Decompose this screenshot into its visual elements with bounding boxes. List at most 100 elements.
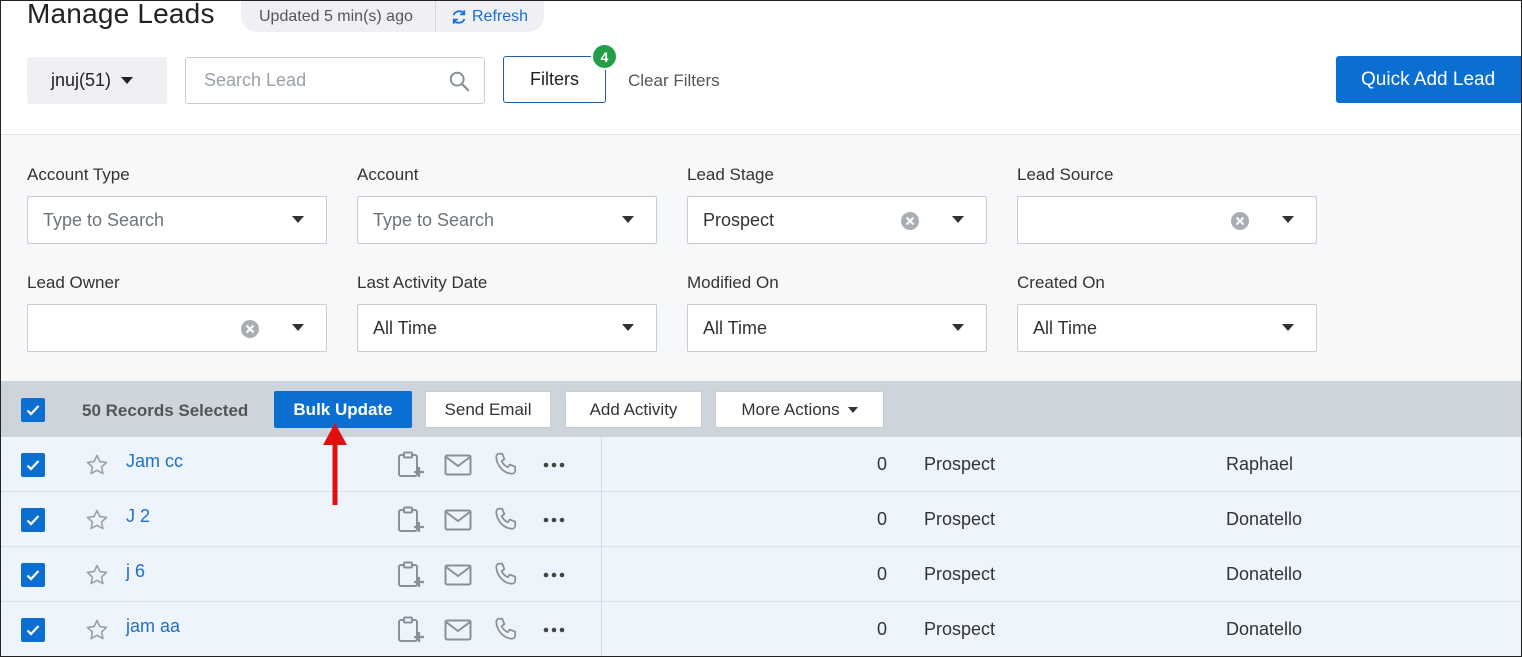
phone-icon[interactable] <box>493 616 519 642</box>
search-lead-input[interactable] <box>204 70 448 91</box>
bulk-action-bar: 50 Records Selected Bulk Update Send Ema… <box>1 381 1521 437</box>
lead-name-link[interactable]: j 6 <box>126 561 145 582</box>
filter-last-activity-value: All Time <box>373 317 438 338</box>
filter-panel: Account Type Type to Search Account Type… <box>1 134 1521 382</box>
phone-icon[interactable] <box>493 451 519 477</box>
row-checkbox[interactable] <box>21 453 45 477</box>
filter-created-on-value: All Time <box>1033 317 1098 338</box>
add-activity-button[interactable]: Add Activity <box>565 391 702 428</box>
send-email-button[interactable]: Send Email <box>425 391 551 428</box>
app-frame: Manage Leads Updated 5 min(s) ago Refres… <box>0 0 1522 657</box>
clear-filters-link[interactable]: Clear Filters <box>628 71 720 91</box>
records-selected-count: 50 Records Selected <box>82 401 249 420</box>
owner-dropdown-label: jnuj(51) <box>51 70 112 90</box>
lead-owner-dropdown[interactable]: jnuj(51) <box>27 57 167 104</box>
check-icon <box>26 570 40 581</box>
select-all-checkbox[interactable] <box>21 398 45 422</box>
check-icon <box>26 625 40 636</box>
lead-stage: Prospect <box>924 454 996 474</box>
more-options-icon[interactable] <box>543 627 565 633</box>
table-row[interactable]: jam aa 0 Prospect Donatello <box>1 602 1521 656</box>
filter-label-account: Account <box>357 165 419 184</box>
row-checkbox[interactable] <box>21 618 45 642</box>
filter-modified-on[interactable]: All Time <box>687 304 987 352</box>
filter-modified-on-value: All Time <box>703 317 768 338</box>
lead-name-link[interactable]: J 2 <box>126 506 150 527</box>
table-row[interactable]: j 6 0 Prospect Donatello <box>1 547 1521 602</box>
table-row[interactable]: J 2 0 Prospect Donatello <box>1 492 1521 547</box>
caret-down-icon <box>292 216 304 223</box>
updated-status: Updated 5 min(s) ago <box>259 7 413 25</box>
divider <box>601 492 602 547</box>
more-options-icon[interactable] <box>543 572 565 578</box>
clear-icon[interactable] <box>240 319 260 339</box>
email-icon[interactable] <box>444 509 472 531</box>
filter-account[interactable]: Type to Search <box>357 196 657 244</box>
lead-owner: Donatello <box>1226 509 1303 529</box>
caret-down-icon <box>121 76 134 84</box>
filter-account-type-placeholder: Type to Search <box>43 209 165 230</box>
search-lead-field[interactable] <box>185 57 485 104</box>
filter-lead-stage[interactable]: Prospect <box>687 196 987 244</box>
filter-label-lead-stage: Lead Stage <box>687 165 774 184</box>
star-icon[interactable] <box>85 618 109 642</box>
divider <box>601 437 602 492</box>
search-icon[interactable] <box>448 70 470 92</box>
filter-lead-source[interactable] <box>1017 196 1317 244</box>
divider <box>601 547 602 602</box>
filter-label-created-on: Created On <box>1017 273 1105 292</box>
lead-score: 0 <box>877 454 888 474</box>
add-task-icon[interactable] <box>397 451 427 479</box>
lead-score: 0 <box>877 509 888 529</box>
divider <box>601 602 602 656</box>
lead-stage: Prospect <box>924 564 996 584</box>
refresh-label: Refresh <box>472 7 529 25</box>
email-icon[interactable] <box>444 564 472 586</box>
lead-name-link[interactable]: jam aa <box>126 616 180 637</box>
star-icon[interactable] <box>85 508 109 532</box>
filter-created-on[interactable]: All Time <box>1017 304 1317 352</box>
filter-label-lead-source: Lead Source <box>1017 165 1114 184</box>
clear-icon[interactable] <box>900 211 920 231</box>
star-icon[interactable] <box>85 563 109 587</box>
email-icon[interactable] <box>444 454 472 476</box>
caret-down-icon <box>952 324 964 331</box>
add-task-icon[interactable] <box>397 616 427 644</box>
filter-account-type[interactable]: Type to Search <box>27 196 327 244</box>
lead-score: 0 <box>877 564 888 584</box>
refresh-icon <box>452 9 466 24</box>
filter-label-modified-on: Modified On <box>687 273 779 292</box>
phone-icon[interactable] <box>493 561 519 587</box>
more-actions-label: More Actions <box>741 399 840 419</box>
more-actions-button[interactable]: More Actions <box>715 391 884 428</box>
caret-down-icon <box>952 216 964 223</box>
add-task-icon[interactable] <box>397 561 427 589</box>
annotation-arrow <box>323 423 347 505</box>
filter-last-activity-date[interactable]: All Time <box>357 304 657 352</box>
lead-name-link[interactable]: Jam cc <box>126 451 183 472</box>
filters-button[interactable]: Filters <box>503 56 606 103</box>
filter-account-placeholder: Type to Search <box>373 209 495 230</box>
lead-stage: Prospect <box>924 619 996 639</box>
quick-add-lead-button[interactable]: Quick Add Lead <box>1336 56 1521 103</box>
refresh-button[interactable]: Refresh <box>436 8 528 26</box>
more-options-icon[interactable] <box>543 462 565 468</box>
caret-down-icon <box>622 324 634 331</box>
star-icon[interactable] <box>85 453 109 477</box>
caret-down-icon <box>1282 216 1294 223</box>
add-task-icon[interactable] <box>397 506 427 534</box>
lead-owner: Donatello <box>1226 619 1303 639</box>
page-title: Manage Leads <box>27 0 215 29</box>
caret-down-icon <box>1282 324 1294 331</box>
phone-icon[interactable] <box>493 506 519 532</box>
more-options-icon[interactable] <box>543 517 565 523</box>
caret-down-icon <box>847 406 858 413</box>
clear-icon[interactable] <box>1230 211 1250 231</box>
row-checkbox[interactable] <box>21 563 45 587</box>
filter-label-account-type: Account Type <box>27 165 130 184</box>
row-checkbox[interactable] <box>21 508 45 532</box>
table-row[interactable]: Jam cc 0 Prospect Raphael <box>1 437 1521 492</box>
email-icon[interactable] <box>444 619 472 641</box>
filter-lead-owner[interactable] <box>27 304 327 352</box>
caret-down-icon <box>622 216 634 223</box>
